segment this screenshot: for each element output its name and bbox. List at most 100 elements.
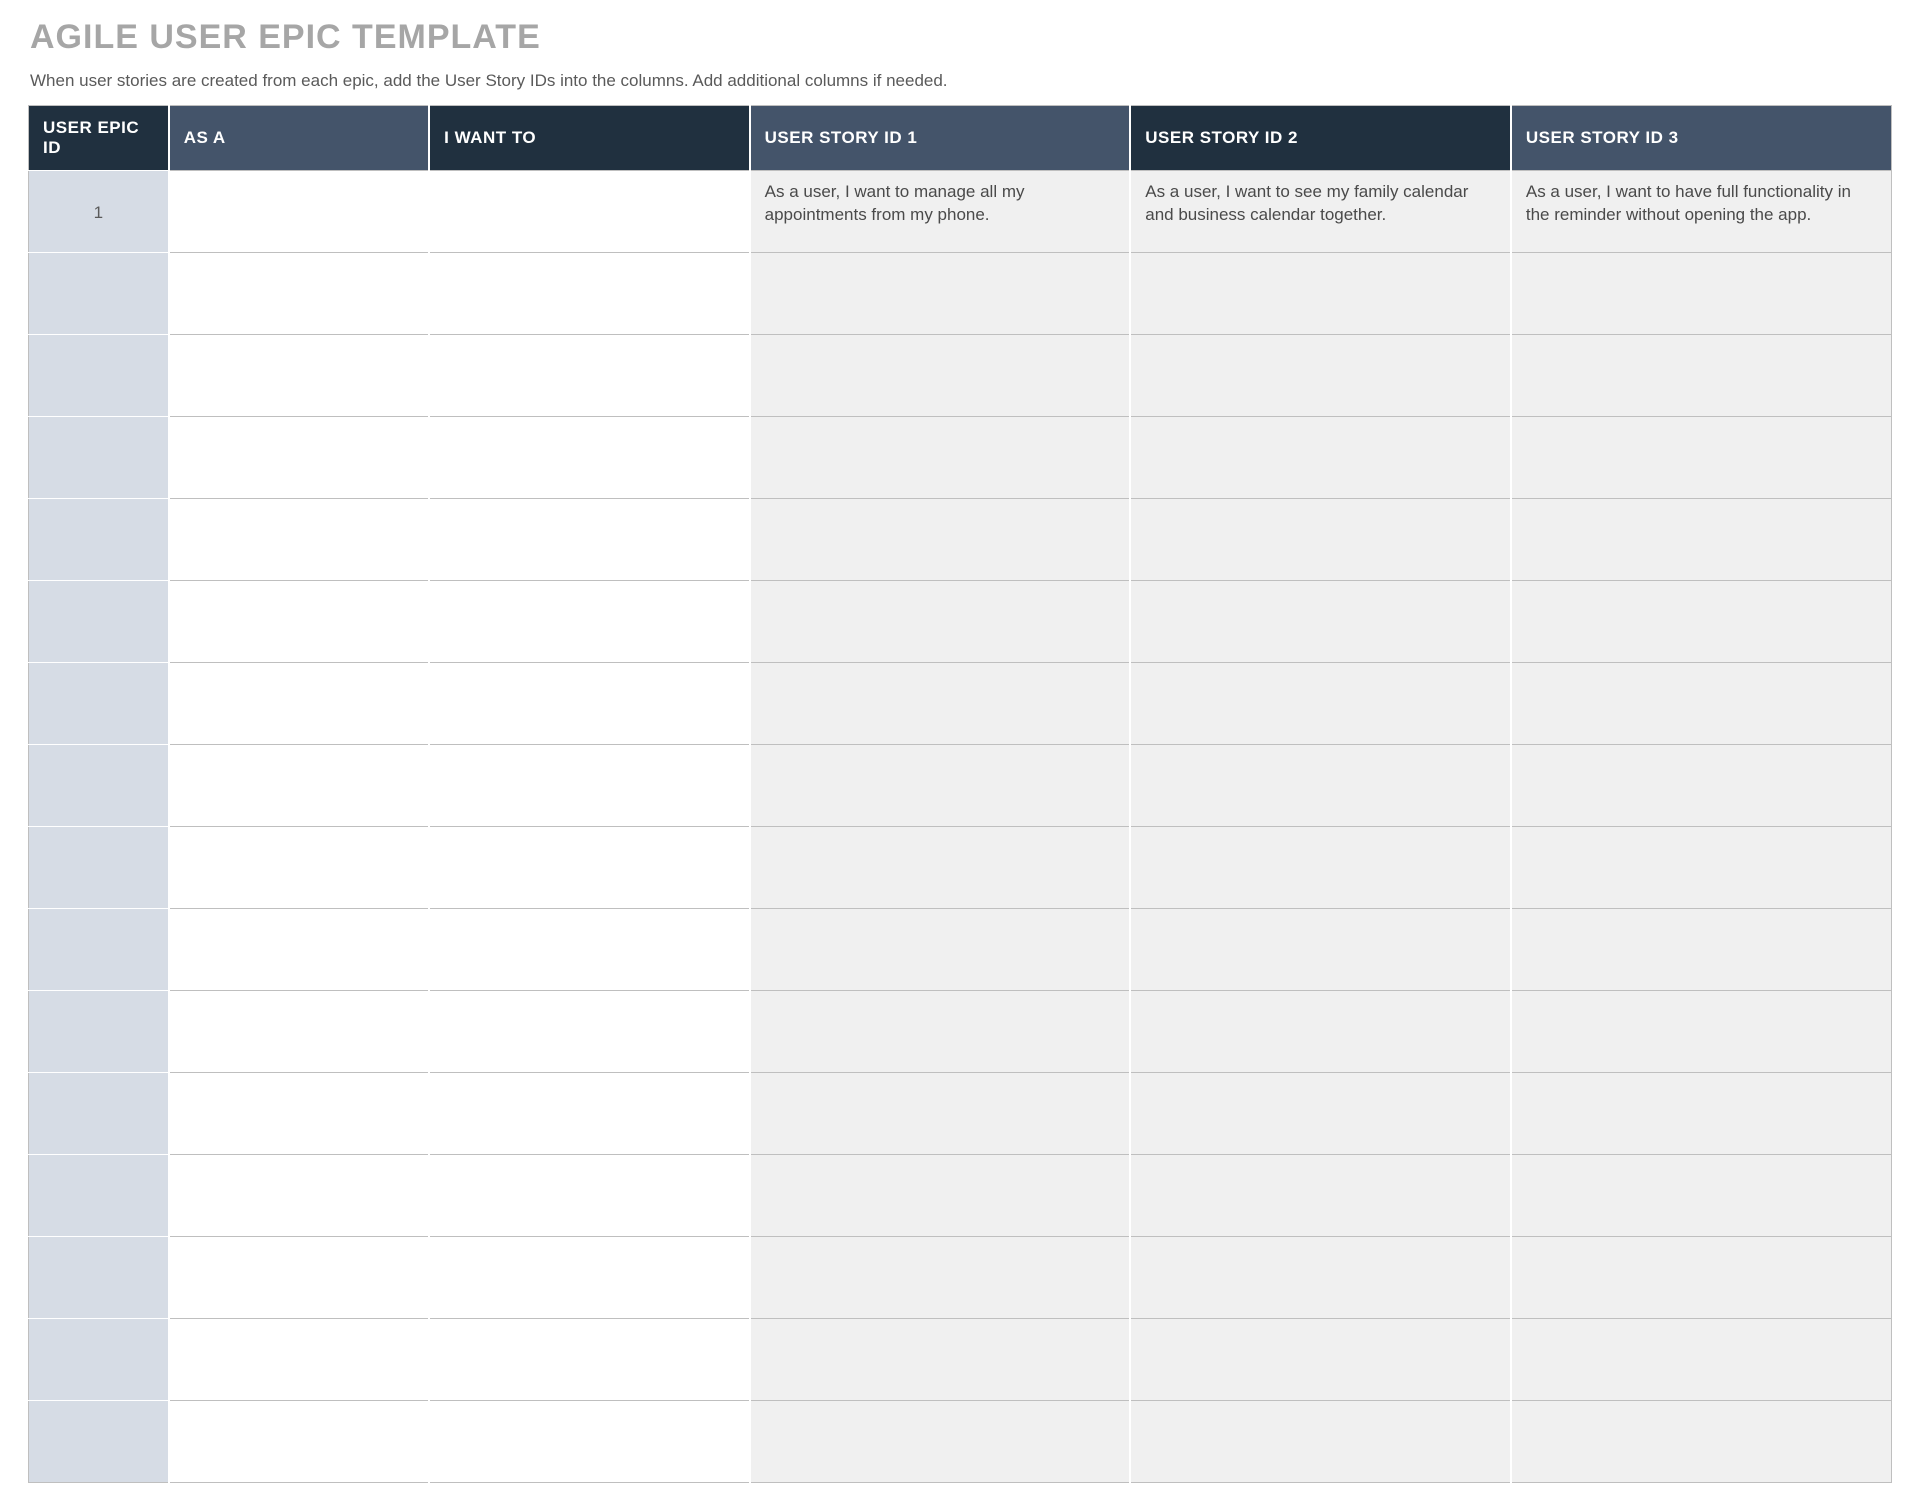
cell-story-3[interactable] <box>1511 1073 1892 1155</box>
cell-story-2[interactable] <box>1130 1401 1511 1483</box>
cell-as-a[interactable] <box>169 499 429 581</box>
cell-i-want[interactable] <box>429 171 750 253</box>
cell-story-2[interactable] <box>1130 253 1511 335</box>
cell-epic-id[interactable] <box>29 1401 169 1483</box>
cell-story-3[interactable] <box>1511 499 1892 581</box>
cell-i-want[interactable] <box>429 253 750 335</box>
cell-story-1[interactable] <box>750 745 1131 827</box>
cell-story-3[interactable] <box>1511 1319 1892 1401</box>
cell-epic-id[interactable] <box>29 499 169 581</box>
col-header-as-a: AS A <box>169 106 429 171</box>
cell-as-a[interactable] <box>169 417 429 499</box>
cell-i-want[interactable] <box>429 663 750 745</box>
cell-i-want[interactable] <box>429 827 750 909</box>
cell-story-1[interactable] <box>750 417 1131 499</box>
cell-story-2[interactable] <box>1130 1237 1511 1319</box>
cell-as-a[interactable] <box>169 1073 429 1155</box>
cell-epic-id[interactable] <box>29 991 169 1073</box>
table-row <box>29 1073 1892 1155</box>
cell-epic-id[interactable] <box>29 827 169 909</box>
cell-epic-id[interactable] <box>29 663 169 745</box>
cell-story-2[interactable]: As a user, I want to see my family calen… <box>1130 171 1511 253</box>
cell-story-3[interactable] <box>1511 1237 1892 1319</box>
cell-story-1[interactable] <box>750 499 1131 581</box>
cell-i-want[interactable] <box>429 417 750 499</box>
cell-epic-id[interactable] <box>29 745 169 827</box>
cell-as-a[interactable] <box>169 991 429 1073</box>
cell-as-a[interactable] <box>169 1319 429 1401</box>
cell-story-2[interactable] <box>1130 335 1511 417</box>
cell-epic-id[interactable] <box>29 253 169 335</box>
cell-story-2[interactable] <box>1130 663 1511 745</box>
cell-story-3[interactable] <box>1511 581 1892 663</box>
cell-i-want[interactable] <box>429 1155 750 1237</box>
cell-epic-id[interactable] <box>29 1155 169 1237</box>
table-row <box>29 1237 1892 1319</box>
cell-as-a[interactable] <box>169 253 429 335</box>
cell-story-1[interactable] <box>750 663 1131 745</box>
cell-story-3[interactable] <box>1511 991 1892 1073</box>
cell-story-2[interactable] <box>1130 1155 1511 1237</box>
table-row <box>29 745 1892 827</box>
cell-epic-id[interactable] <box>29 417 169 499</box>
cell-as-a[interactable] <box>169 663 429 745</box>
cell-i-want[interactable] <box>429 335 750 417</box>
cell-story-2[interactable] <box>1130 1319 1511 1401</box>
cell-as-a[interactable] <box>169 1401 429 1483</box>
cell-as-a[interactable] <box>169 909 429 991</box>
cell-i-want[interactable] <box>429 909 750 991</box>
cell-story-1[interactable] <box>750 1073 1131 1155</box>
cell-epic-id[interactable] <box>29 1319 169 1401</box>
cell-story-1[interactable] <box>750 1237 1131 1319</box>
cell-story-3[interactable] <box>1511 335 1892 417</box>
cell-i-want[interactable] <box>429 991 750 1073</box>
cell-story-3[interactable] <box>1511 745 1892 827</box>
cell-i-want[interactable] <box>429 499 750 581</box>
cell-as-a[interactable] <box>169 745 429 827</box>
cell-story-3[interactable] <box>1511 909 1892 991</box>
cell-epic-id[interactable] <box>29 581 169 663</box>
cell-epic-id[interactable] <box>29 1073 169 1155</box>
cell-story-2[interactable] <box>1130 745 1511 827</box>
cell-story-2[interactable] <box>1130 581 1511 663</box>
cell-story-1[interactable] <box>750 581 1131 663</box>
cell-story-1[interactable] <box>750 335 1131 417</box>
cell-i-want[interactable] <box>429 1319 750 1401</box>
cell-as-a[interactable] <box>169 827 429 909</box>
cell-story-3[interactable] <box>1511 1155 1892 1237</box>
cell-story-2[interactable] <box>1130 827 1511 909</box>
cell-story-2[interactable] <box>1130 1073 1511 1155</box>
cell-story-3[interactable] <box>1511 253 1892 335</box>
cell-story-1[interactable] <box>750 253 1131 335</box>
cell-story-3[interactable] <box>1511 1401 1892 1483</box>
cell-as-a[interactable] <box>169 1155 429 1237</box>
cell-epic-id[interactable] <box>29 1237 169 1319</box>
cell-epic-id[interactable] <box>29 909 169 991</box>
cell-as-a[interactable] <box>169 335 429 417</box>
cell-story-3[interactable] <box>1511 417 1892 499</box>
cell-i-want[interactable] <box>429 1073 750 1155</box>
cell-i-want[interactable] <box>429 1237 750 1319</box>
cell-as-a[interactable] <box>169 171 429 253</box>
cell-story-3[interactable] <box>1511 827 1892 909</box>
cell-story-1[interactable]: As a user, I want to manage all my appoi… <box>750 171 1131 253</box>
cell-i-want[interactable] <box>429 581 750 663</box>
cell-story-2[interactable] <box>1130 909 1511 991</box>
cell-as-a[interactable] <box>169 1237 429 1319</box>
cell-story-2[interactable] <box>1130 499 1511 581</box>
cell-story-1[interactable] <box>750 827 1131 909</box>
cell-story-3[interactable] <box>1511 663 1892 745</box>
cell-as-a[interactable] <box>169 581 429 663</box>
cell-story-2[interactable] <box>1130 417 1511 499</box>
cell-story-1[interactable] <box>750 909 1131 991</box>
cell-i-want[interactable] <box>429 1401 750 1483</box>
cell-story-1[interactable] <box>750 1319 1131 1401</box>
cell-epic-id[interactable]: 1 <box>29 171 169 253</box>
cell-story-1[interactable] <box>750 1155 1131 1237</box>
cell-story-1[interactable] <box>750 991 1131 1073</box>
cell-epic-id[interactable] <box>29 335 169 417</box>
cell-story-3[interactable]: As a user, I want to have full functiona… <box>1511 171 1892 253</box>
cell-story-1[interactable] <box>750 1401 1131 1483</box>
cell-story-2[interactable] <box>1130 991 1511 1073</box>
cell-i-want[interactable] <box>429 745 750 827</box>
